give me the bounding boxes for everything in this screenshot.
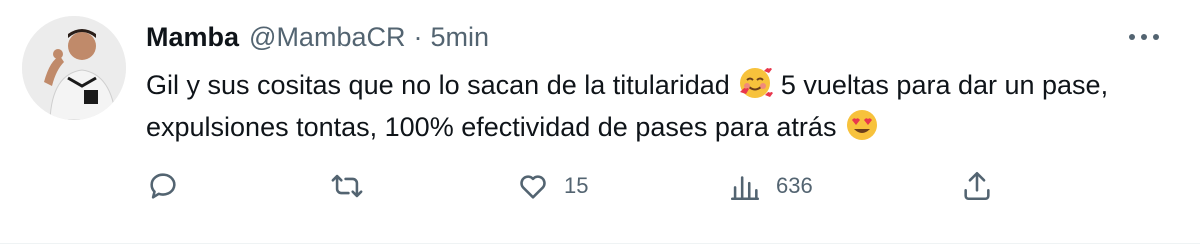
author-display-name[interactable]: Mamba xyxy=(146,22,239,53)
share-button[interactable] xyxy=(960,164,1008,208)
author-meta: @MambaCR · 5min xyxy=(249,22,489,53)
share-icon xyxy=(964,171,990,201)
tweet-actions: 15 636 xyxy=(146,164,1006,208)
views-icon xyxy=(730,176,760,201)
smiling-face-with-hearts-emoji-icon xyxy=(740,68,774,98)
tweet-text-part-1: Gil y sus cositas que no lo sacan de la … xyxy=(146,70,730,100)
author-handle[interactable]: @MambaCR xyxy=(249,22,405,53)
more-button[interactable] xyxy=(1126,22,1162,52)
player-avatar-icon xyxy=(22,16,126,120)
like-count: 15 xyxy=(564,173,589,198)
avatar[interactable] xyxy=(22,16,126,120)
tweet-header: Mamba @MambaCR · 5min xyxy=(146,22,489,53)
tweet-timestamp[interactable]: 5min xyxy=(430,22,489,53)
like-button[interactable]: 15 xyxy=(516,164,588,208)
more-icon xyxy=(1129,34,1159,40)
views-button[interactable]: 636 xyxy=(728,164,813,208)
views-count: 636 xyxy=(776,173,813,198)
heart-eyes-emoji-icon xyxy=(846,110,877,140)
retweet-icon xyxy=(331,174,363,198)
retweet-button[interactable] xyxy=(330,164,378,208)
reply-icon xyxy=(150,173,176,199)
tweet-card[interactable]: Mamba @MambaCR · 5min Gil y sus cositas … xyxy=(0,0,1200,244)
heart-icon xyxy=(520,175,546,199)
tweet-text: Gil y sus cositas que no lo sacan de la … xyxy=(146,64,1166,148)
meta-separator: · xyxy=(413,22,423,52)
reply-button[interactable] xyxy=(146,164,194,208)
